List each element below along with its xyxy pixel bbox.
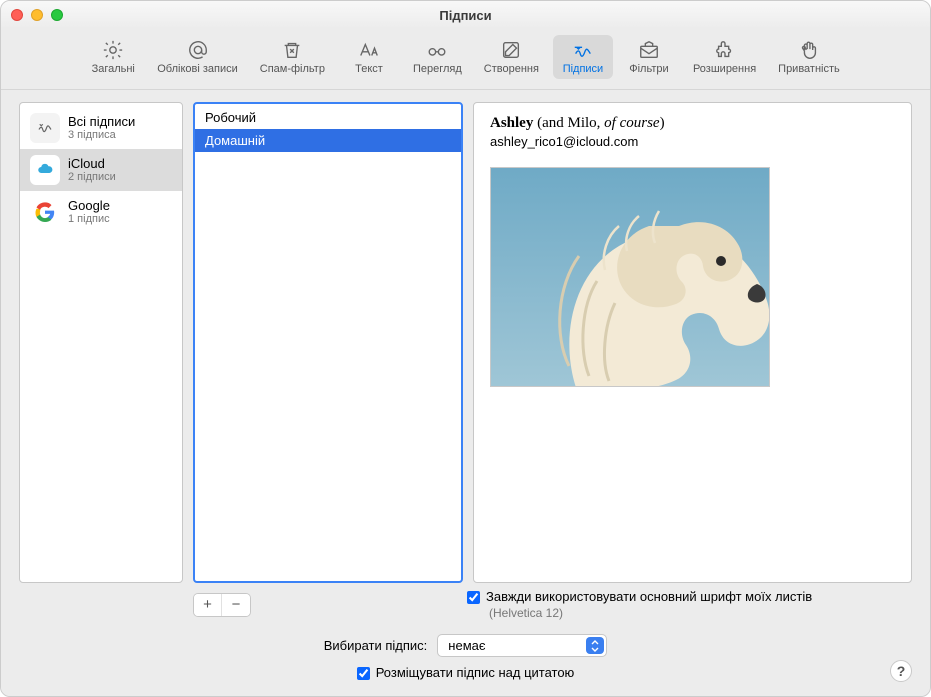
tab-accounts[interactable]: Облікові записи (149, 35, 246, 79)
at-icon (185, 39, 211, 61)
signature-preview[interactable]: Ashley (and Milo, of course) ashley_rico… (473, 102, 912, 583)
tab-extensions[interactable]: Розширення (685, 35, 764, 79)
signature-icon (30, 113, 60, 143)
window-title: Підписи (1, 8, 930, 23)
place-above-quote-label: Розміщувати підпис над цитатою (376, 665, 575, 680)
remove-signature-button[interactable]: − (222, 594, 250, 616)
titlebar: Підписи (1, 1, 930, 29)
tab-general[interactable]: Загальні (83, 35, 143, 79)
always-use-default-font-label: Завжди використовувати основний шрифт мо… (486, 589, 812, 604)
tab-rules[interactable]: Фільтри (619, 35, 679, 79)
hand-icon (796, 39, 822, 61)
account-name: Всі підписи (68, 114, 135, 130)
rules-icon (636, 39, 662, 61)
signature-item-work[interactable]: Робочий (195, 106, 461, 129)
accounts-list: Всі підписи 3 підписа iCloud 2 підписи (19, 102, 183, 583)
icloud-icon (30, 155, 60, 185)
tab-signatures[interactable]: Підписи (553, 35, 613, 79)
always-use-default-font-checkbox[interactable] (467, 591, 480, 604)
choose-signature-label: Вибирати підпис: (324, 638, 428, 653)
signature-icon (570, 39, 596, 61)
account-all-signatures[interactable]: Всі підписи 3 підписа (20, 107, 182, 149)
glasses-icon (424, 39, 450, 61)
account-name: iCloud (68, 156, 116, 172)
signature-email: ashley_rico1@icloud.com (490, 134, 895, 149)
signature-item-home[interactable]: Домашній (195, 129, 461, 152)
account-name: Google (68, 198, 110, 214)
chevron-updown-icon (586, 637, 604, 654)
signature-image (490, 167, 770, 387)
preferences-toolbar: Загальні Облікові записи Спам-фільтр Тек… (1, 29, 930, 90)
tab-composing[interactable]: Створення (476, 35, 547, 79)
tab-privacy[interactable]: Приватність (770, 35, 848, 79)
add-signature-button[interactable]: + (194, 594, 222, 616)
default-font-hint: (Helvetica 12) (489, 606, 912, 620)
gear-icon (100, 39, 126, 61)
signature-name-line: Ashley (and Milo, of course) (490, 115, 895, 132)
google-icon (30, 197, 60, 227)
account-icloud[interactable]: iCloud 2 підписи (20, 149, 182, 191)
add-remove-signature: + − (193, 593, 251, 617)
signature-list: Робочий Домашній (193, 102, 463, 583)
account-count: 1 підпис (68, 213, 110, 226)
compose-icon (498, 39, 524, 61)
place-above-quote-checkbox[interactable] (357, 667, 370, 680)
tab-junk[interactable]: Спам-фільтр (252, 35, 333, 79)
fonts-icon (356, 39, 382, 61)
account-count: 3 підписа (68, 129, 135, 142)
dog-illustration (519, 167, 770, 387)
help-button[interactable]: ? (890, 660, 912, 682)
account-count: 2 підписи (68, 171, 116, 184)
choose-signature-select[interactable]: немає (437, 634, 607, 657)
tab-viewing[interactable]: Перегляд (405, 35, 470, 79)
trash-icon (279, 39, 305, 61)
choose-signature-value: немає (448, 638, 485, 653)
tab-fonts[interactable]: Текст (339, 35, 399, 79)
puzzle-icon (712, 39, 738, 61)
account-google[interactable]: Google 1 підпис (20, 191, 182, 233)
